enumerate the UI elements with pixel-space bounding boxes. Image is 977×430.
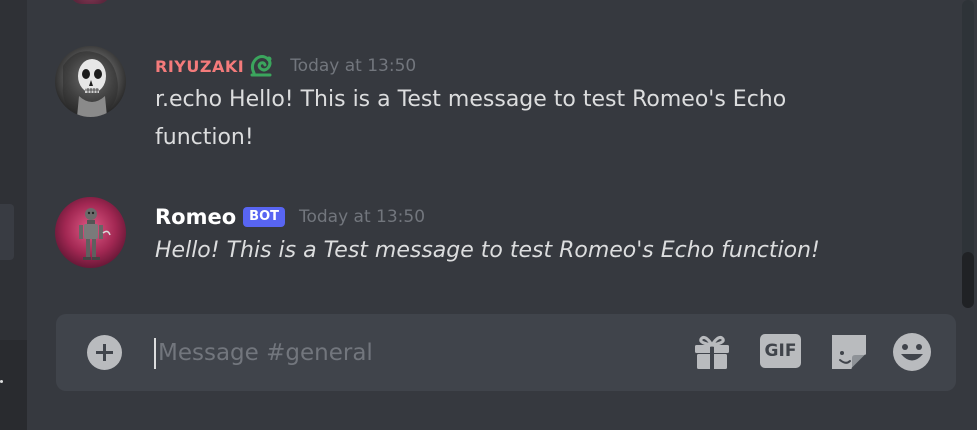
timestamp[interactable]: Today at 13:50 (290, 56, 416, 76)
message-content: r.echo Hello! This is a Test message to … (155, 87, 787, 150)
message-composer: GIF (56, 314, 956, 391)
bot-tag: BOT (243, 207, 285, 227)
emoji-icon[interactable] (891, 331, 933, 373)
message-body: Romeo BOT Today at 13:50 Hello! This is … (155, 203, 935, 270)
username[interactable]: Romeo (155, 205, 236, 229)
gif-button[interactable]: GIF (759, 331, 801, 373)
gift-icon[interactable] (691, 331, 733, 373)
username[interactable]: RIYUZAKI (155, 57, 244, 76)
channel-sidebar-edge (0, 0, 27, 430)
message-header: RIYUZAKI Today at 13:50 (155, 52, 935, 80)
gif-label: GIF (760, 334, 801, 368)
previous-message-avatar[interactable] (70, 0, 110, 4)
plus-circle-icon[interactable] (87, 335, 122, 370)
selected-channel-highlight[interactable] (0, 204, 14, 260)
message-input[interactable] (156, 332, 660, 374)
avatar-riyuzaki[interactable] (55, 46, 126, 117)
chat-view: RIYUZAKI Today at 13:50 r.echo Hello! Th… (0, 0, 977, 430)
timestamp[interactable]: Today at 13:50 (299, 207, 425, 227)
message-content: Hello! This is a Test message to test Ro… (155, 238, 820, 263)
user-panel-indicator (0, 380, 3, 383)
snake-icon[interactable] (248, 53, 276, 79)
avatar-romeo[interactable] (55, 197, 126, 268)
message-body: RIYUZAKI Today at 13:50 r.echo Hello! Th… (155, 52, 935, 157)
user-panel-edge (0, 340, 27, 430)
sticker-icon[interactable] (828, 331, 870, 373)
message-header: Romeo BOT Today at 13:50 (155, 203, 935, 231)
